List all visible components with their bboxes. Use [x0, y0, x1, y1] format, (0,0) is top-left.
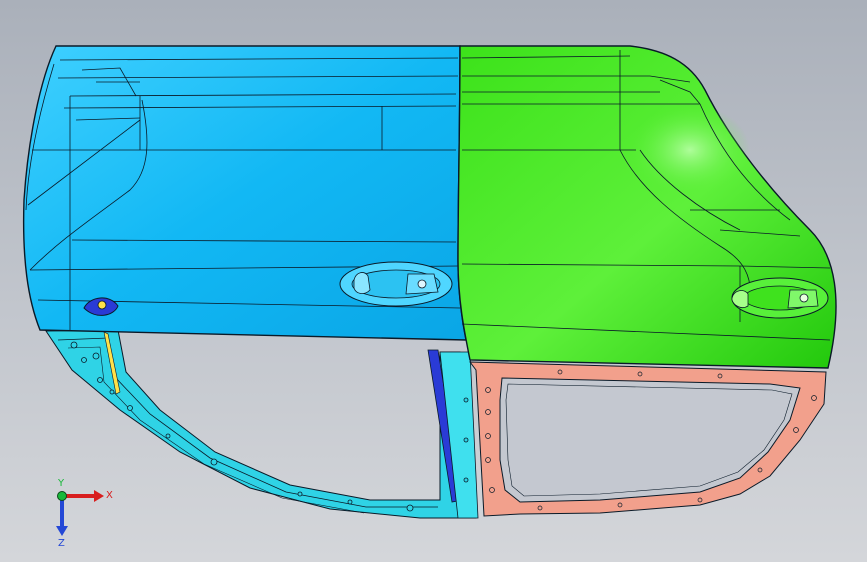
z-axis-arrow: [56, 496, 68, 536]
cad-viewport[interactable]: X Y Z: [0, 0, 867, 562]
door-assembly-model[interactable]: [0, 0, 867, 562]
rear-door-handle[interactable]: [731, 277, 829, 319]
front-door-handle[interactable]: [339, 261, 453, 307]
coordinate-triad: X Y Z: [56, 478, 113, 548]
rear-window-frame[interactable]: [468, 361, 827, 517]
y-axis-point: [57, 491, 67, 501]
rear-door-highlight: [630, 105, 750, 195]
rear-door-panel[interactable]: [457, 45, 837, 369]
x-axis-arrow: [62, 490, 104, 502]
z-axis-label: Z: [58, 538, 65, 548]
y-axis-label: Y: [57, 478, 65, 489]
x-axis-label: X: [106, 490, 113, 501]
